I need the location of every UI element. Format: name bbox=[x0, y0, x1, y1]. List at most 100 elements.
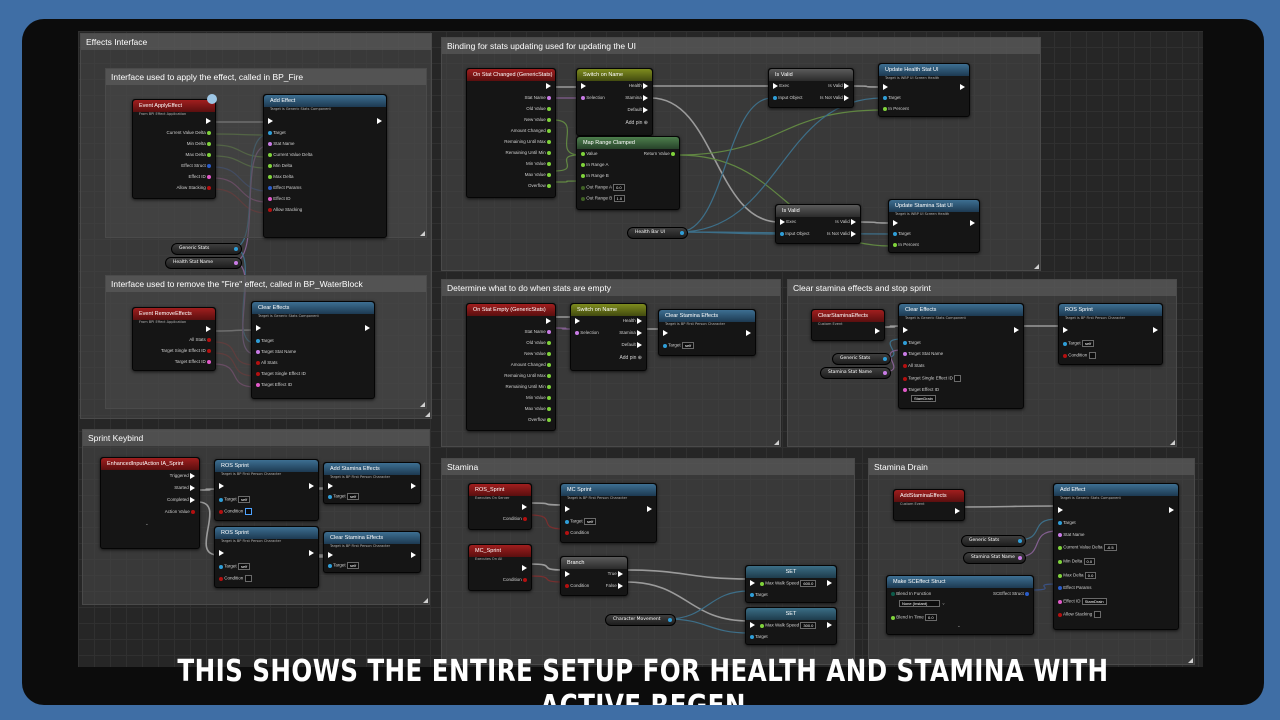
exec-out-pin[interactable] bbox=[546, 83, 551, 89]
blueprint-graph[interactable]: Effects Interface Interface used to appl… bbox=[78, 31, 1203, 667]
clear-stamina-effects-node-b[interactable]: Clear Stamina Effects Target is BP First… bbox=[323, 531, 421, 573]
pin-amount-changed[interactable]: Amount Changed bbox=[511, 362, 551, 368]
exec-in-pin[interactable] bbox=[268, 118, 273, 124]
pin-default[interactable]: Default bbox=[627, 107, 648, 113]
target-value[interactable]: self bbox=[346, 562, 360, 569]
exec-out-pin[interactable] bbox=[827, 580, 832, 586]
pin-max-value[interactable]: Max Value bbox=[525, 406, 551, 412]
pin-min-value[interactable]: Min Value bbox=[526, 395, 551, 401]
exec-in-pin[interactable] bbox=[575, 318, 580, 324]
pin-target-stat-name[interactable]: Target Stat Name bbox=[256, 349, 296, 355]
pin-target[interactable]: Target self bbox=[1063, 340, 1095, 347]
pin-target-effect-id[interactable]: Target Effect ID bbox=[903, 387, 939, 393]
resize-handle[interactable] bbox=[1170, 440, 1175, 445]
min-delta-value[interactable]: 0.0 bbox=[1083, 558, 1096, 565]
pin-all-stats[interactable]: All Stats bbox=[903, 363, 925, 369]
exec-out-pin[interactable] bbox=[960, 84, 965, 90]
pin-condition[interactable]: Condition bbox=[1063, 352, 1096, 359]
exec-in-pin[interactable] bbox=[1063, 327, 1068, 333]
blend-in-time-value[interactable]: 0.0 bbox=[925, 614, 937, 621]
pin-condition[interactable]: Condition bbox=[219, 575, 252, 582]
pin-min-value[interactable]: Min Value bbox=[526, 161, 551, 167]
pin-in-percent[interactable]: In Percent bbox=[893, 242, 919, 248]
pin-target-single-effect-id[interactable]: Target Single Effect ID bbox=[256, 371, 306, 377]
pin-target[interactable]: Target bbox=[256, 338, 274, 344]
on-stat-empty-node[interactable]: On Stat Empty (GenericStats) Stat Name O… bbox=[466, 303, 556, 431]
pin-new-value[interactable]: New Value bbox=[524, 351, 551, 357]
add-effect-node[interactable]: Add Effect Target is Generic Stats Compo… bbox=[263, 94, 387, 238]
pin-remaining-until-max[interactable]: Remaining Until Max bbox=[504, 139, 551, 145]
pin-allow-stacking[interactable]: Allow Stacking bbox=[1058, 611, 1101, 618]
exec-in-pin[interactable] bbox=[903, 327, 908, 333]
pin-max-walk-speed[interactable]: Max Walk Speed 300.0 bbox=[750, 622, 817, 629]
health-bar-ui-variable[interactable]: Health Bar UI bbox=[627, 227, 688, 239]
add-pin-button[interactable]: Add pin ⊕ bbox=[619, 355, 642, 361]
exec-out-pin[interactable] bbox=[309, 550, 314, 556]
make-sceffect-struct-node[interactable]: Make SCEffect Struct Blend In Function N… bbox=[886, 575, 1034, 635]
pin-started[interactable]: Started bbox=[174, 485, 195, 491]
effect-id-value[interactable]: StamDrain bbox=[911, 395, 936, 402]
pin-target[interactable]: Target self bbox=[219, 563, 251, 570]
pin-effect-id[interactable]: Effect ID bbox=[189, 174, 211, 180]
exec-out-pin[interactable] bbox=[206, 326, 211, 332]
exec-in-pin[interactable] bbox=[883, 84, 888, 90]
pin-remaining-until-max[interactable]: Remaining Until Max bbox=[504, 373, 551, 379]
pin-current-value-delta[interactable]: Current Value Delta -0.5 bbox=[1058, 544, 1117, 551]
max-walk-speed-value[interactable]: 300.0 bbox=[800, 622, 817, 629]
pin-target[interactable]: Target bbox=[1058, 520, 1076, 526]
exec-in-pin[interactable] bbox=[565, 506, 570, 512]
exec-out-pin[interactable] bbox=[647, 506, 652, 512]
exec-in-pin[interactable] bbox=[219, 483, 224, 489]
clear-effects-node[interactable]: Clear Effects Target is Generic Stats Co… bbox=[251, 301, 375, 399]
exec-in-pin[interactable] bbox=[893, 220, 898, 226]
stamina-stat-name-variable[interactable]: Stamina Stat Name bbox=[820, 367, 891, 379]
exec-in-pin[interactable] bbox=[219, 550, 224, 556]
pin-stat-name[interactable]: Stat Name bbox=[524, 329, 551, 335]
pin-is-not-valid[interactable]: Is Not Valid bbox=[820, 95, 849, 101]
enhanced-input-action-node[interactable]: EnhancedInputAction IA_Sprint Triggered … bbox=[100, 457, 200, 549]
is-valid-node-1[interactable]: Is Valid Exec Input Object Is Valid Is N… bbox=[768, 68, 854, 108]
pin-effect-id[interactable]: Effect ID bbox=[268, 196, 290, 202]
switch-on-name-node[interactable]: Switch on Name Health Selection Stamina … bbox=[576, 68, 653, 136]
pin-in-range-b[interactable]: In Range B bbox=[581, 173, 609, 179]
resize-handle[interactable] bbox=[1034, 264, 1039, 269]
pin-health[interactable]: Health bbox=[623, 318, 642, 324]
exec-out-pin[interactable] bbox=[377, 118, 382, 124]
exec-out-pin[interactable] bbox=[522, 504, 527, 510]
allow-stacking-checkbox[interactable] bbox=[1093, 611, 1101, 618]
pin-input-object[interactable]: Input Object bbox=[773, 95, 803, 101]
exec-out-pin[interactable] bbox=[827, 622, 832, 628]
pin-target-single-effect-id[interactable]: Target Single Effect ID bbox=[903, 375, 962, 382]
pin-condition[interactable]: Condition bbox=[503, 577, 527, 583]
pin-default[interactable]: Default bbox=[621, 342, 642, 348]
map-range-clamped-node[interactable]: Map Range Clamped Value In Range A In Ra… bbox=[576, 136, 680, 210]
pin-stat-name[interactable]: Stat Name bbox=[268, 141, 295, 147]
exec-out-pin[interactable] bbox=[955, 508, 960, 514]
pin-exec[interactable]: Exec bbox=[780, 219, 796, 225]
pin-old-value[interactable]: Old Value bbox=[526, 106, 551, 112]
single-effect-checkbox[interactable] bbox=[954, 375, 962, 382]
pin-target[interactable]: Target self bbox=[328, 562, 360, 569]
exec-out-pin[interactable] bbox=[875, 328, 880, 334]
exec-out-pin[interactable] bbox=[411, 483, 416, 489]
pin-effect-params[interactable]: Effect Params bbox=[268, 185, 301, 191]
pin-input-object[interactable]: Input Object bbox=[780, 231, 810, 237]
event-remove-effects-node[interactable]: Event RemoveEffects From BPI Effect Appl… bbox=[132, 307, 216, 371]
clear-stamina-effects-event-node[interactable]: ClearStaminaEffects Custom Event bbox=[811, 309, 885, 341]
pin-all-stats[interactable]: All Stats bbox=[256, 360, 278, 366]
stamina-stat-name-variable-2[interactable]: Stamina Stat Name bbox=[963, 552, 1026, 564]
ros-sprint-node-a[interactable]: ROS Sprint Target is BP First Person Cha… bbox=[214, 459, 319, 521]
exec-out-pin[interactable] bbox=[746, 330, 751, 336]
target-value[interactable]: self bbox=[237, 496, 251, 503]
exec-out-pin[interactable] bbox=[411, 552, 416, 558]
condition-checkbox[interactable] bbox=[244, 508, 252, 515]
clear-effects-node-2[interactable]: Clear Effects Target is Generic Stats Co… bbox=[898, 303, 1024, 409]
set-max-walk-speed-node-1[interactable]: SET Max Walk Speed 600.0 Target bbox=[745, 565, 837, 603]
pin-value[interactable]: Value bbox=[581, 151, 597, 157]
character-movement-variable[interactable]: Character Movement bbox=[605, 614, 676, 626]
pin-overflow[interactable]: Overflow bbox=[528, 417, 551, 423]
pin-allow-stacking[interactable]: Allow Stacking bbox=[268, 207, 302, 213]
exec-out-pin[interactable] bbox=[1014, 327, 1019, 333]
pin-out-range-b[interactable]: Out Range B 1.0 bbox=[581, 195, 626, 202]
blend-dropdown-value[interactable]: None (Instant) bbox=[899, 600, 941, 607]
